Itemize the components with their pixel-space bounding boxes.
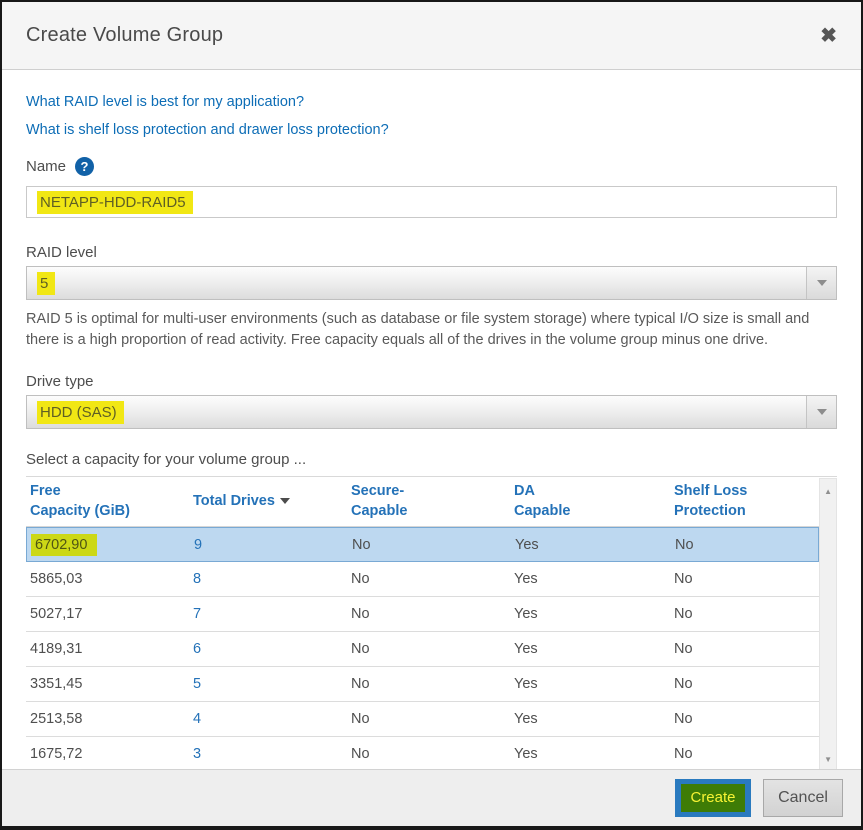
free-capacity-cell: 5027,17 (26, 606, 189, 622)
shelf-loss-cell: No (670, 641, 819, 657)
table-row[interactable]: 1675,72 3 No Yes No (26, 737, 819, 769)
free-capacity-cell: 2513,58 (26, 711, 189, 727)
page-title: Create Volume Group (26, 24, 223, 47)
drive-type-select[interactable]: HDD (SAS) (26, 395, 837, 429)
free-capacity-cell: 6702,90 (27, 537, 190, 553)
shelf-loss-cell: No (670, 676, 819, 692)
column-header-total-drives[interactable]: Total Drives (189, 492, 347, 512)
da-capable-cell: Yes (510, 711, 670, 727)
da-capable-cell: Yes (510, 606, 670, 622)
chevron-down-icon[interactable] (806, 396, 836, 428)
column-header-secure-capable[interactable]: Secure- Capable (347, 482, 510, 521)
drive-type-label: Drive type (26, 373, 837, 390)
secure-capable-cell: No (347, 606, 510, 622)
free-capacity-cell: 5865,03 (26, 571, 189, 587)
annotation-highlight: 6702,90 (31, 534, 97, 556)
column-header-line: Free (30, 482, 189, 502)
free-capacity-cell: 1675,72 (26, 746, 189, 762)
dialog-header: Create Volume Group ✖ (2, 2, 861, 70)
total-drives-link[interactable]: 8 (189, 571, 347, 587)
shelf-loss-cell: No (670, 711, 819, 727)
name-field-label-row: Name ? (26, 157, 837, 176)
help-icon[interactable]: ? (75, 157, 94, 176)
total-drives-link[interactable]: 9 (190, 537, 348, 553)
column-header-line: Shelf Loss (674, 482, 819, 502)
column-header-line: Capacity (GiB) (30, 502, 189, 522)
table-row[interactable]: 6702,90 9 No Yes No (26, 527, 819, 562)
total-drives-link[interactable]: 6 (189, 641, 347, 657)
secure-capable-cell: No (347, 676, 510, 692)
raid-level-description: RAID 5 is optimal for multi-user environ… (26, 309, 837, 351)
secure-capable-cell: No (347, 746, 510, 762)
column-header-da-capable[interactable]: DA Capable (510, 482, 670, 521)
column-header-text: Total Drives (193, 493, 275, 509)
shelf-loss-cell: No (671, 537, 818, 553)
capacity-table-body: 6702,90 9 No Yes No 5865,03 8 No Yes No … (26, 526, 819, 769)
name-input-value: NETAPP-HDD-RAID5 (37, 191, 193, 214)
shelf-loss-help-link[interactable]: What is shelf loss protection and drawer… (26, 122, 389, 138)
column-header-line: DA (514, 482, 670, 502)
drive-type-value: HDD (SAS) (37, 401, 124, 424)
column-header-shelf-loss[interactable]: Shelf Loss Protection (670, 482, 819, 521)
shelf-loss-cell: No (670, 606, 819, 622)
capacity-table-inner: Free Capacity (GiB) Total Drives Secure-… (26, 477, 819, 769)
caret-down-shape (817, 409, 827, 415)
free-capacity-cell: 4189,31 (26, 641, 189, 657)
name-input[interactable]: NETAPP-HDD-RAID5 (26, 186, 837, 218)
total-drives-link[interactable]: 3 (189, 746, 347, 762)
dialog-footer: Create Cancel (2, 769, 861, 826)
shelf-loss-cell: No (670, 746, 819, 762)
column-header-free-capacity[interactable]: Free Capacity (GiB) (26, 482, 189, 521)
column-header-line: Capable (514, 502, 670, 522)
sort-desc-icon (280, 498, 290, 504)
secure-capable-cell: No (347, 641, 510, 657)
caret-down-shape (817, 280, 827, 286)
column-header-line: Total Drives (193, 492, 347, 512)
table-row[interactable]: 4189,31 6 No Yes No (26, 632, 819, 667)
total-drives-link[interactable]: 4 (189, 711, 347, 727)
raid-level-label: RAID level (26, 244, 837, 261)
raid-level-help-link[interactable]: What RAID level is best for my applicati… (26, 94, 304, 110)
column-header-line: Capable (351, 502, 510, 522)
raid-level-value: 5 (37, 272, 55, 295)
shelf-loss-cell: No (670, 571, 819, 587)
create-button[interactable]: Create (675, 779, 751, 817)
da-capable-cell: Yes (510, 571, 670, 587)
scroll-up-icon[interactable]: ▲ (820, 483, 836, 499)
dialog-body: What RAID level is best for my applicati… (2, 70, 861, 769)
table-row[interactable]: 5027,17 7 No Yes No (26, 597, 819, 632)
secure-capable-cell: No (347, 571, 510, 587)
total-drives-link[interactable]: 5 (189, 676, 347, 692)
capacity-section-label: Select a capacity for your volume group … (26, 451, 837, 477)
da-capable-cell: Yes (511, 537, 671, 553)
table-scrollbar[interactable]: ▲ ▼ (819, 478, 837, 769)
create-button-label: Create (681, 784, 744, 812)
secure-capable-cell: No (348, 537, 511, 553)
table-row[interactable]: 2513,58 4 No Yes No (26, 702, 819, 737)
cancel-button[interactable]: Cancel (763, 779, 843, 817)
da-capable-cell: Yes (510, 746, 670, 762)
total-drives-link[interactable]: 7 (189, 606, 347, 622)
da-capable-cell: Yes (510, 641, 670, 657)
close-icon[interactable]: ✖ (820, 26, 837, 46)
chevron-down-icon[interactable] (806, 267, 836, 299)
column-header-line: Protection (674, 502, 819, 522)
scroll-down-icon[interactable]: ▼ (820, 751, 836, 767)
create-volume-group-dialog: Create Volume Group ✖ What RAID level is… (0, 0, 863, 830)
free-capacity-cell: 3351,45 (26, 676, 189, 692)
da-capable-cell: Yes (510, 676, 670, 692)
table-header-row: Free Capacity (GiB) Total Drives Secure-… (26, 477, 819, 526)
table-row[interactable]: 5865,03 8 No Yes No (26, 562, 819, 597)
table-row[interactable]: 3351,45 5 No Yes No (26, 667, 819, 702)
name-label: Name (26, 158, 66, 175)
secure-capable-cell: No (347, 711, 510, 727)
raid-level-select[interactable]: 5 (26, 266, 837, 300)
column-header-line: Secure- (351, 482, 510, 502)
capacity-table: Free Capacity (GiB) Total Drives Secure-… (26, 477, 837, 769)
